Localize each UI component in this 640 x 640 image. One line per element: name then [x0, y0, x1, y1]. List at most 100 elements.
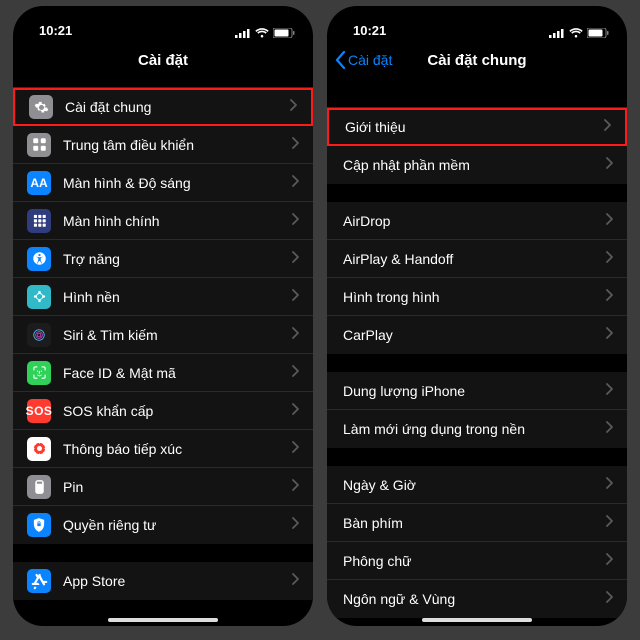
chevron-right-icon — [606, 590, 613, 608]
settings-row[interactable]: Hình nền — [13, 278, 313, 316]
status-time: 10:21 — [353, 23, 386, 38]
chevron-right-icon — [292, 212, 299, 230]
general-row[interactable]: Giới thiệu — [327, 108, 627, 146]
row-label: Cập nhật phần mềm — [343, 157, 606, 173]
row-label: Pin — [63, 479, 292, 495]
general-row[interactable]: Ngày & Giờ — [327, 466, 627, 504]
exposure-icon — [27, 437, 51, 461]
row-label: Ngày & Giờ — [343, 477, 606, 493]
screenshot-canvas: 10:21 Cài đặt Cài đặt chung Trung tâm điề… — [0, 0, 640, 640]
general-row[interactable]: Cập nhật phần mềm — [327, 146, 627, 184]
chevron-right-icon — [604, 118, 611, 136]
chevron-right-icon — [292, 326, 299, 344]
chevron-right-icon — [606, 382, 613, 400]
settings-list[interactable]: Cài đặt chung Trung tâm điều khiển AA Màn h… — [13, 80, 313, 626]
chevron-right-icon — [292, 364, 299, 382]
row-label: Dung lượng iPhone — [343, 383, 606, 399]
back-button[interactable]: Cài đặt — [335, 40, 392, 80]
phone-general: 10:21 Cài đặt Cài đặt chung Giới thiệu Cậ… — [327, 6, 627, 626]
chevron-left-icon — [335, 51, 346, 69]
general-row[interactable]: Bàn phím — [327, 504, 627, 542]
notch — [407, 6, 547, 28]
chevron-right-icon — [606, 250, 613, 268]
chevron-right-icon — [292, 288, 299, 306]
page-title: Cài đặt chung — [427, 52, 526, 69]
row-label: Quyền riêng tư — [63, 517, 292, 533]
back-label: Cài đặt — [348, 52, 392, 68]
battery-icon — [587, 28, 609, 38]
row-label: Trung tâm điều khiển — [63, 137, 292, 153]
home-screen-icon — [27, 209, 51, 233]
settings-row[interactable]: Trung tâm điều khiển — [13, 126, 313, 164]
general-row[interactable]: CarPlay — [327, 316, 627, 354]
settings-row[interactable]: Siri & Tìm kiếm — [13, 316, 313, 354]
appstore-icon — [27, 569, 51, 593]
control-center-icon — [27, 133, 51, 157]
chevron-right-icon — [606, 212, 613, 230]
general-row[interactable]: AirPlay & Handoff — [327, 240, 627, 278]
chevron-right-icon — [606, 288, 613, 306]
row-label: AirDrop — [343, 213, 606, 229]
home-indicator[interactable] — [422, 618, 532, 622]
row-label: Ngôn ngữ & Vùng — [343, 591, 606, 607]
row-label: Siri & Tìm kiếm — [63, 327, 292, 343]
chevron-right-icon — [606, 552, 613, 570]
general-list[interactable]: Giới thiệu Cập nhật phần mềm AirDrop AirPla… — [327, 80, 627, 626]
sos-icon: SOS — [27, 399, 51, 423]
wifi-icon — [255, 28, 269, 38]
chevron-right-icon — [606, 156, 613, 174]
chevron-right-icon — [292, 440, 299, 458]
settings-row[interactable]: App Store — [13, 562, 313, 600]
row-label: Cài đặt chung — [65, 99, 290, 115]
row-label: App Store — [63, 573, 292, 589]
chevron-right-icon — [606, 326, 613, 344]
row-label: Bàn phím — [343, 515, 606, 531]
pin-icon — [27, 475, 51, 499]
settings-row[interactable]: Màn hình chính — [13, 202, 313, 240]
settings-row[interactable]: AA Màn hình & Độ sáng — [13, 164, 313, 202]
chevron-right-icon — [292, 516, 299, 534]
chevron-right-icon — [292, 136, 299, 154]
wifi-icon — [569, 28, 583, 38]
row-label: Màn hình chính — [63, 213, 292, 229]
row-label: SOS khẩn cấp — [63, 403, 292, 419]
status-indicators — [235, 28, 295, 38]
chevron-right-icon — [292, 572, 299, 590]
row-label: Màn hình & Độ sáng — [63, 175, 292, 191]
row-label: Thông báo tiếp xúc — [63, 441, 292, 457]
chevron-right-icon — [292, 250, 299, 268]
general-row[interactable]: Phông chữ — [327, 542, 627, 580]
row-label: CarPlay — [343, 327, 606, 343]
general-row[interactable]: Làm mới ứng dụng trong nền — [327, 410, 627, 448]
row-label: Phông chữ — [343, 553, 606, 569]
home-indicator[interactable] — [108, 618, 218, 622]
settings-row[interactable]: Trợ năng — [13, 240, 313, 278]
privacy-icon — [27, 513, 51, 537]
phone-settings: 10:21 Cài đặt Cài đặt chung Trung tâm điề… — [13, 6, 313, 626]
wallpaper-icon — [27, 285, 51, 309]
page-title: Cài đặt — [138, 52, 188, 69]
chevron-right-icon — [606, 476, 613, 494]
settings-row[interactable]: Pin — [13, 468, 313, 506]
status-time: 10:21 — [39, 23, 72, 38]
settings-row[interactable]: Face ID & Mật mã — [13, 354, 313, 392]
accessibility-icon — [27, 247, 51, 271]
settings-row[interactable]: Thông báo tiếp xúc — [13, 430, 313, 468]
general-row[interactable]: AirDrop — [327, 202, 627, 240]
row-label: Hình trong hình — [343, 289, 606, 305]
settings-row[interactable]: Cài đặt chung — [13, 88, 313, 126]
row-label: Face ID & Mật mã — [63, 365, 292, 381]
row-label: Trợ năng — [63, 251, 292, 267]
general-row[interactable]: Ngôn ngữ & Vùng — [327, 580, 627, 618]
settings-row[interactable]: Quyền riêng tư — [13, 506, 313, 544]
faceid-icon — [27, 361, 51, 385]
general-row[interactable]: Dung lượng iPhone — [327, 372, 627, 410]
status-indicators — [549, 28, 609, 38]
battery-icon — [273, 28, 295, 38]
row-label: AirPlay & Handoff — [343, 251, 606, 267]
general-row[interactable]: Hình trong hình — [327, 278, 627, 316]
signal-icon — [549, 28, 565, 38]
display-icon: AA — [27, 171, 51, 195]
settings-row[interactable]: SOS SOS khẩn cấp — [13, 392, 313, 430]
gear-icon — [29, 95, 53, 119]
